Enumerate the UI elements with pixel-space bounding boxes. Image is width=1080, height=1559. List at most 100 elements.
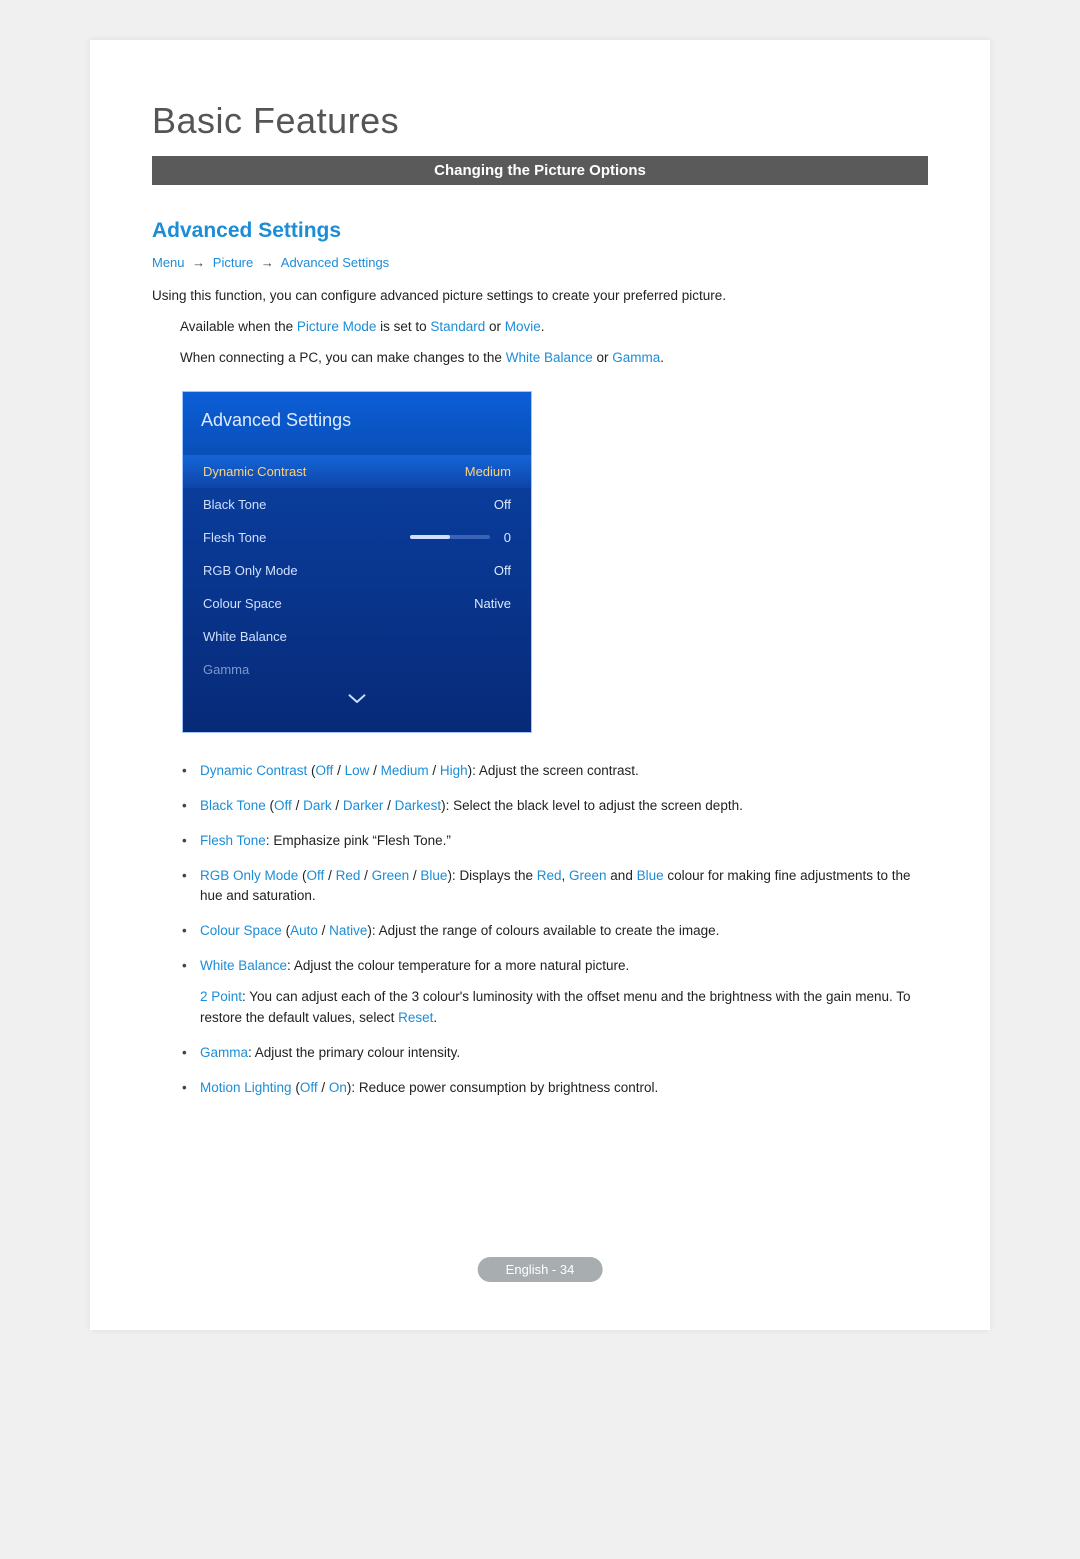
option-desc: Select the black level to adjust the scr… (453, 798, 743, 813)
note-text: . (660, 350, 664, 365)
arrow-icon: → (257, 255, 278, 270)
breadcrumb-menu: Menu (152, 255, 185, 270)
note-term: White Balance (506, 350, 593, 365)
osd-row-colour-space[interactable]: Colour Space Native (183, 587, 531, 620)
note-picture-mode: Available when the Picture Mode is set t… (152, 317, 928, 338)
osd-row-black-tone[interactable]: Black Tone Off (183, 488, 531, 521)
list-item: RGB Only Mode (Off / Red / Green / Blue)… (182, 866, 928, 908)
list-item: Flesh Tone: Emphasize pink “Flesh Tone.” (182, 831, 928, 852)
option-desc: , (562, 868, 570, 883)
option-name: Flesh Tone (200, 833, 266, 848)
option-desc: Adjust the range of colours available to… (379, 923, 720, 938)
option-value: Medium (381, 763, 429, 778)
option-name: Colour Space (200, 923, 282, 938)
option-value: Auto (290, 923, 318, 938)
note-term: Standard (430, 319, 485, 334)
option-value: Off (300, 1080, 318, 1095)
option-value: Darkest (395, 798, 442, 813)
list-item: Dynamic Contrast (Off / Low / Medium / H… (182, 761, 928, 782)
osd-label: White Balance (203, 629, 287, 644)
osd-row-dynamic-contrast[interactable]: Dynamic Contrast Medium (183, 455, 531, 488)
osd-label: Flesh Tone (203, 530, 266, 545)
list-item: Motion Lighting (Off / On): Reduce power… (182, 1078, 928, 1099)
sub-2point: 2 Point: You can adjust each of the 3 co… (200, 987, 928, 1029)
options-list: Dynamic Contrast (Off / Low / Medium / H… (182, 761, 928, 1099)
option-value: Native (329, 923, 367, 938)
osd-value: Off (494, 563, 511, 578)
osd-value: Off (494, 497, 511, 512)
osd-title: Advanced Settings (183, 392, 531, 455)
option-name: Dynamic Contrast (200, 763, 307, 778)
note-pc: When connecting a PC, you can make chang… (152, 348, 928, 369)
option-name: White Balance (200, 958, 287, 973)
option-desc: Adjust the screen contrast. (479, 763, 639, 778)
list-item: White Balance: Adjust the colour tempera… (182, 956, 928, 1029)
page-footer: English - 34 (478, 1257, 603, 1282)
osd-label: Dynamic Contrast (203, 464, 306, 479)
note-term: Picture Mode (297, 319, 377, 334)
osd-label: RGB Only Mode (203, 563, 298, 578)
osd-slider[interactable] (410, 535, 490, 539)
osd-body: Dynamic Contrast Medium Black Tone Off F… (183, 455, 531, 732)
osd-row-gamma[interactable]: Gamma (183, 653, 531, 686)
sub-desc: . (433, 1010, 437, 1025)
option-value: Red (336, 868, 361, 883)
breadcrumb-advanced: Advanced Settings (281, 255, 389, 270)
option-desc: and (607, 868, 637, 883)
osd-label: Gamma (203, 662, 249, 677)
option-value: Dark (303, 798, 332, 813)
slider-fill (410, 535, 450, 539)
option-term: Red (537, 868, 562, 883)
note-text: . (541, 319, 545, 334)
note-term: Movie (505, 319, 541, 334)
list-item: Gamma: Adjust the primary colour intensi… (182, 1043, 928, 1064)
arrow-icon: → (188, 255, 209, 270)
option-value: Off (316, 763, 334, 778)
note-text: When connecting a PC, you can make chang… (180, 350, 506, 365)
osd-row-white-balance[interactable]: White Balance (183, 620, 531, 653)
osd-label: Black Tone (203, 497, 266, 512)
option-value: Blue (420, 868, 447, 883)
note-text: is set to (376, 319, 430, 334)
osd-value: Medium (465, 464, 511, 479)
osd-value: 0 (504, 530, 511, 545)
manual-page: Basic Features Changing the Picture Opti… (90, 40, 990, 1330)
option-value: Darker (343, 798, 384, 813)
sub-reset: Reset (398, 1010, 433, 1025)
option-name: RGB Only Mode (200, 868, 298, 883)
intro-text: Using this function, you can configure a… (152, 286, 928, 307)
note-term: Gamma (612, 350, 660, 365)
option-desc: Displays the (459, 868, 536, 883)
breadcrumb: Menu → Picture → Advanced Settings (152, 255, 928, 270)
option-value: On (329, 1080, 347, 1095)
option-desc: Reduce power consumption by brightness c… (359, 1080, 658, 1095)
note-text: or (593, 350, 613, 365)
list-item: Colour Space (Auto / Native): Adjust the… (182, 921, 928, 942)
osd-row-rgb-only[interactable]: RGB Only Mode Off (183, 554, 531, 587)
page-title: Basic Features (152, 100, 928, 142)
option-value: Green (372, 868, 410, 883)
option-desc: Emphasize pink “Flesh Tone.” (273, 833, 451, 848)
note-text: or (485, 319, 505, 334)
sub-desc: : You can adjust each of the 3 colour's … (200, 989, 911, 1025)
option-term: Green (569, 868, 607, 883)
section-bar: Changing the Picture Options (152, 156, 928, 185)
osd-value: Native (474, 596, 511, 611)
option-name: Motion Lighting (200, 1080, 292, 1095)
option-term: Blue (637, 868, 664, 883)
chevron-down-icon[interactable] (183, 686, 531, 720)
osd-label: Colour Space (203, 596, 282, 611)
osd-panel: Advanced Settings Dynamic Contrast Mediu… (182, 391, 532, 733)
option-desc: Adjust the colour temperature for a more… (294, 958, 629, 973)
option-value: Low (345, 763, 370, 778)
list-item: Black Tone (Off / Dark / Darker / Darkes… (182, 796, 928, 817)
heading-advanced-settings: Advanced Settings (152, 219, 928, 243)
osd-row-flesh-tone[interactable]: Flesh Tone 0 (183, 521, 531, 554)
option-desc: Adjust the primary colour intensity. (255, 1045, 460, 1060)
breadcrumb-picture: Picture (213, 255, 253, 270)
option-value: High (440, 763, 468, 778)
note-text: Available when the (180, 319, 297, 334)
option-value: Off (307, 868, 325, 883)
sub-name: 2 Point (200, 989, 242, 1004)
option-name: Black Tone (200, 798, 266, 813)
